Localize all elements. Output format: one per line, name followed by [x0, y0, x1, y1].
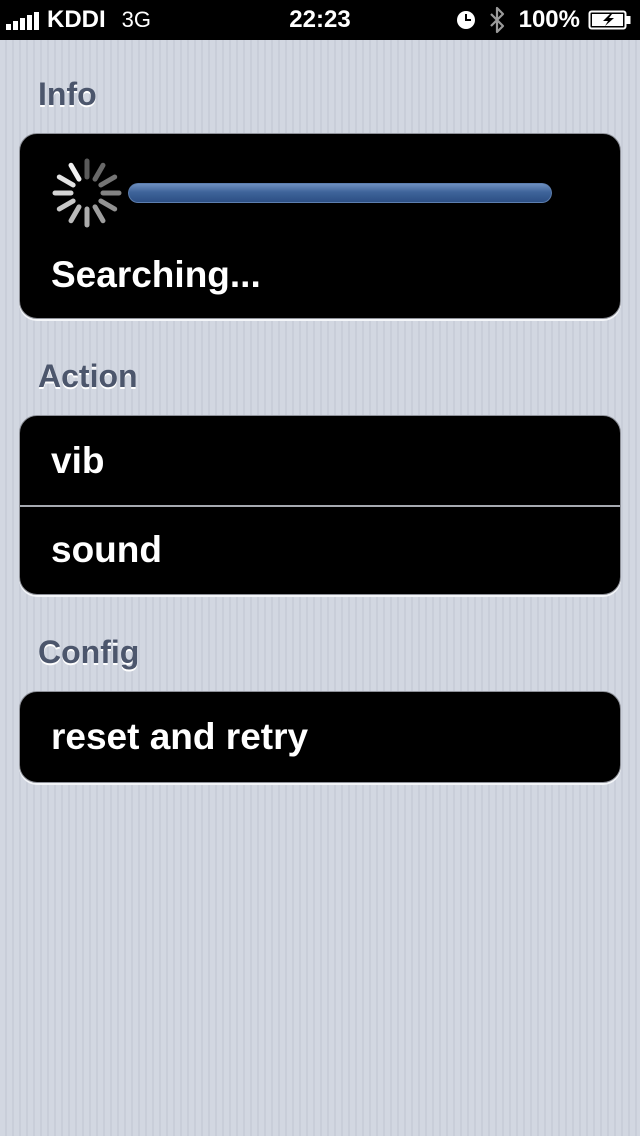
action-cell-vib[interactable]: vib [20, 416, 620, 505]
main-content: Info Searching... Action vib sound Confi… [0, 40, 640, 1136]
spinner-spoke [92, 162, 106, 182]
action-cell-sound[interactable]: sound [20, 505, 620, 594]
config-item-label: reset and retry [51, 716, 309, 757]
action-group: vib sound [19, 415, 621, 595]
spinner-spoke [98, 174, 118, 188]
section-header-config: Config [38, 634, 140, 670]
status-bar: KDDI 3G 22:23 100% [0, 0, 640, 40]
spinner-spoke [68, 162, 82, 182]
config-cell-reset-and-retry[interactable]: reset and retry [20, 692, 620, 782]
spinner-spoke [68, 204, 82, 224]
info-group: Searching... [19, 133, 621, 319]
progress-fill [128, 183, 552, 203]
bluetooth-icon [489, 6, 504, 34]
status-text: Searching... [51, 254, 261, 295]
spinner-spoke [92, 204, 106, 224]
spinner-spoke [98, 198, 118, 212]
action-item-label: sound [51, 529, 162, 570]
battery-percent: 100% [518, 6, 580, 33]
battery-charging-icon [588, 10, 631, 30]
section-header-info: Info [38, 76, 97, 112]
spinner-spoke [56, 174, 76, 188]
activity-spinner-icon [52, 158, 122, 228]
config-group: reset and retry [19, 691, 621, 783]
clock-icon [456, 11, 475, 29]
action-item-label: vib [51, 440, 105, 481]
info-cell: Searching... [20, 134, 620, 318]
spinner-spoke [56, 198, 76, 212]
progress-bar [128, 183, 552, 203]
section-header-action: Action [38, 358, 138, 394]
status-right: 100% [456, 0, 632, 40]
